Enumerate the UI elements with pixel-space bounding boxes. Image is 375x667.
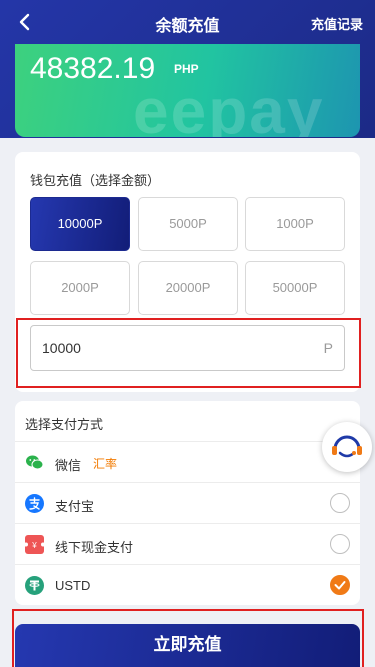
amount-input-highlight	[16, 318, 361, 388]
payment-method-label: USTD	[55, 578, 91, 593]
payment-method-ustd[interactable]: USTD	[15, 564, 360, 605]
amount-option-50000[interactable]: 50000P	[245, 261, 345, 315]
payment-method-label: 支付宝	[55, 499, 95, 514]
svg-text:¥: ¥	[31, 541, 37, 550]
alipay-icon	[25, 494, 44, 513]
amount-option-20000[interactable]: 20000P	[138, 261, 238, 315]
submit-recharge-button[interactable]: 立即充值	[15, 624, 360, 667]
amount-option-5000[interactable]: 5000P	[138, 197, 238, 251]
amount-option-10000[interactable]: 10000P	[30, 197, 130, 251]
exchange-rate-link[interactable]: 汇率	[93, 455, 117, 472]
payment-radio-alipay[interactable]	[330, 493, 350, 513]
payment-radio-cash[interactable]	[330, 534, 350, 554]
customer-service-button[interactable]	[322, 422, 372, 472]
payment-method-label: 微信	[55, 458, 82, 473]
payment-method-cash[interactable]: ¥ 线下现金支付	[15, 523, 360, 564]
cash-ticket-icon: ¥	[24, 535, 45, 554]
wechat-icon	[25, 453, 44, 472]
payment-radio-ustd[interactable]	[330, 575, 350, 595]
tether-icon	[25, 576, 44, 595]
balance-card: eepay 48382.19 PHP	[15, 44, 360, 137]
payment-section-label: 选择支付方式	[25, 417, 104, 432]
recharge-section-label: 钱包充值（选择金额）	[30, 173, 161, 188]
payment-method-wechat[interactable]: 微信 汇率	[15, 441, 360, 482]
amount-option-1000[interactable]: 1000P	[245, 197, 345, 251]
brand-watermark: eepay	[133, 75, 325, 137]
payment-method-alipay[interactable]: 支付宝	[15, 482, 360, 523]
customer-service-icon	[332, 435, 362, 458]
balance-currency: PHP	[174, 62, 199, 76]
amount-option-2000[interactable]: 2000P	[30, 261, 130, 315]
balance-amount: 48382.19	[30, 52, 156, 85]
checkmark-icon	[334, 581, 346, 590]
payment-panel: 选择支付方式 微信 汇率 支付宝 ¥ 线下现金支付 USTD	[15, 401, 360, 605]
recharge-history-link[interactable]: 充值记录	[311, 14, 363, 33]
payment-method-label: 线下现金支付	[55, 540, 134, 555]
